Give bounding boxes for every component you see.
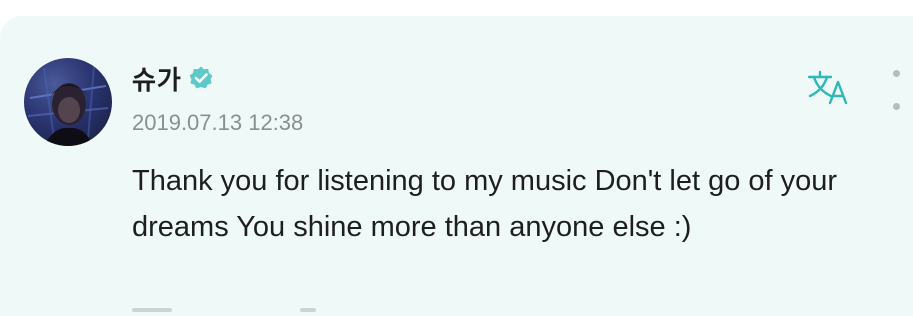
author-avatar[interactable] xyxy=(24,58,112,146)
post-text: Thank you for listening to my music Don'… xyxy=(132,165,838,243)
translate-icon[interactable] xyxy=(806,68,854,108)
author-name[interactable]: 슈가 xyxy=(132,60,182,97)
more-dot-icon xyxy=(892,103,900,110)
verified-badge-icon xyxy=(189,66,213,89)
avatar-image xyxy=(27,65,109,146)
post-card: 슈가 2019.07.13 12:38 Thank you for listen… xyxy=(0,16,913,316)
next-content-hint xyxy=(300,308,316,312)
author-row: 슈가 xyxy=(132,58,214,98)
more-dot-icon xyxy=(892,70,900,77)
more-options-button[interactable] xyxy=(886,70,906,110)
post-timestamp: 2019.07.13 12:38 xyxy=(132,110,304,135)
next-content-hint xyxy=(132,308,172,312)
